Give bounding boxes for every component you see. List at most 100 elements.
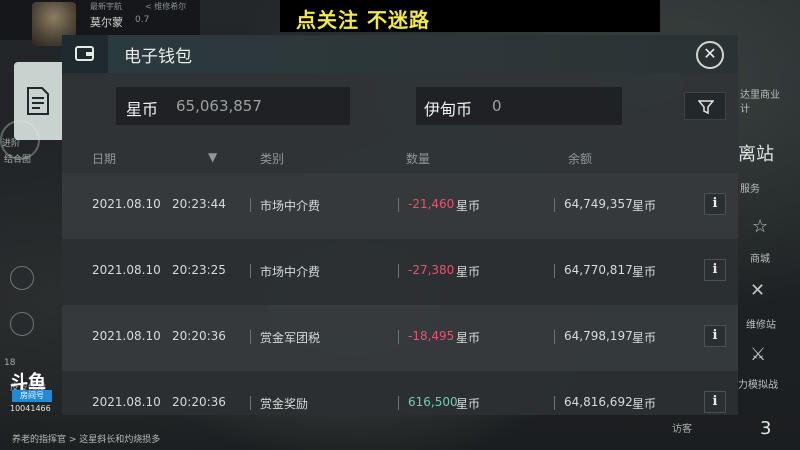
row-time: 20:23:25 — [172, 263, 226, 277]
table-row: 2021.08.10 20:20:36 赏金军团税 -18,495 星币 64,… — [62, 305, 738, 371]
left-round-button[interactable] — [10, 266, 34, 290]
divider — [398, 198, 399, 212]
row-date: 2021.08.10 — [92, 263, 161, 277]
room-tag: 房间号 — [12, 390, 52, 402]
table-row: 2021.08.10 20:20:36 赏金奖励 616,500 星币 64,8… — [62, 371, 738, 415]
divider — [398, 330, 399, 344]
player-card[interactable]: 最新宇航 < 维修希尔 莫尔蒙 0.7 — [0, 0, 200, 46]
player-subtitle-2: < 维修希尔 — [145, 2, 187, 11]
divider — [250, 264, 251, 278]
info-button[interactable]: i — [704, 193, 726, 215]
chevron-down-icon[interactable]: ▼ — [208, 150, 217, 164]
column-amount: 数量 — [406, 152, 431, 166]
visitor-count: 3 — [760, 418, 772, 439]
divider — [554, 396, 555, 410]
info-button[interactable]: i — [704, 391, 726, 413]
divider — [250, 198, 251, 212]
service-label: 服务 — [740, 184, 760, 195]
row-amount: -27,380 — [408, 263, 455, 277]
divider — [554, 330, 555, 344]
douyu-logo: 斗鱼 房间号 10041466 — [10, 368, 56, 438]
row-time: 20:20:36 — [172, 395, 226, 409]
left-label-3: 18 — [4, 358, 16, 368]
player-subtitle: 最新宇航 — [90, 2, 122, 11]
row-amount-unit: 星币 — [456, 199, 481, 213]
row-balance: 64,770,817 — [564, 263, 633, 277]
row-time: 20:20:36 — [172, 329, 226, 343]
row-balance: 64,816,692 — [564, 395, 633, 409]
row-balance-unit: 星币 — [632, 199, 657, 213]
divider — [554, 264, 555, 278]
info-icon: i — [712, 262, 718, 277]
repair-label[interactable]: 维修站 — [746, 316, 776, 331]
room-number: 10041466 — [10, 404, 51, 413]
row-category: 市场中介费 — [260, 265, 321, 279]
row-balance: 64,749,357 — [564, 197, 633, 211]
wallet-header: 电子钱包 ✕ — [62, 35, 738, 73]
row-balance-unit: 星币 — [632, 265, 657, 279]
info-icon: i — [712, 394, 718, 409]
stream-banner: 点关注 不迷路 — [280, 0, 660, 32]
right-text-2: 计 — [740, 104, 750, 115]
divider — [554, 198, 555, 212]
row-amount: 616,500 — [408, 395, 458, 409]
row-amount: -21,460 — [408, 197, 455, 211]
wallet-panel: 电子钱包 ✕ 星币 65,063,857 伊甸币 0 日期 ▼ 类别 数量 余额… — [62, 35, 738, 415]
wallet-icon — [75, 46, 94, 61]
row-date: 2021.08.10 — [92, 197, 161, 211]
row-amount: -18,495 — [408, 329, 455, 343]
info-button[interactable]: i — [704, 259, 726, 281]
column-balance: 余额 — [568, 152, 593, 166]
eden-coin-value: 0 — [492, 97, 502, 115]
battle-label[interactable]: 力模拟战 — [738, 376, 778, 391]
filter-button[interactable] — [684, 92, 726, 120]
shop-label[interactable]: 商城 — [750, 250, 770, 265]
row-date: 2021.08.10 — [92, 329, 161, 343]
table-row: 2021.08.10 20:23:25 市场中介费 -27,380 星币 64,… — [62, 239, 738, 305]
info-button[interactable]: i — [704, 325, 726, 347]
right-text-1: 达里商业 — [740, 90, 780, 101]
wrench-icon[interactable]: ✕ — [750, 280, 765, 301]
row-balance-unit: 星币 — [632, 331, 657, 345]
player-name: 莫尔蒙 — [90, 16, 123, 29]
close-button[interactable]: ✕ — [696, 41, 724, 69]
right-sidebar: 达里商业 计 离站 服务 ☆ 商城 ✕ 维修站 ⚔ 力模拟战 3 — [738, 0, 800, 450]
row-amount-unit: 星币 — [456, 397, 481, 411]
column-category: 类别 — [260, 152, 285, 166]
visitor-label: 访客 — [672, 424, 692, 435]
table-row: 2021.08.10 20:23:44 市场中介费 -21,460 星币 64,… — [62, 173, 738, 239]
divider — [398, 264, 399, 278]
left-label-2: 结合图 — [4, 155, 32, 165]
transaction-list: 2021.08.10 20:23:44 市场中介费 -21,460 星币 64,… — [62, 173, 738, 415]
column-date[interactable]: 日期 — [92, 150, 116, 167]
row-date: 2021.08.10 — [92, 395, 161, 409]
eden-coin-label: 伊甸币 — [424, 100, 473, 119]
row-time: 20:23:44 — [172, 197, 226, 211]
chat-line: 养老的指挥官 > 这星斜长和灼烧损多 — [12, 435, 161, 445]
row-category: 赏金奖励 — [260, 397, 309, 411]
row-category: 赏金军团税 — [260, 331, 321, 345]
document-button[interactable] — [14, 62, 62, 140]
banner-text: 点关注 不迷路 — [296, 8, 430, 32]
row-amount-unit: 星币 — [456, 331, 481, 345]
table-header: 日期 ▼ 类别 数量 余额 — [62, 147, 738, 171]
player-level: 0.7 — [135, 15, 150, 25]
row-category: 市场中介费 — [260, 199, 321, 213]
star-coin-value: 65,063,857 — [176, 97, 262, 115]
eden-coin-balance: 伊甸币 0 — [416, 87, 622, 125]
row-amount-unit: 星币 — [456, 265, 481, 279]
filter-icon — [698, 100, 714, 115]
info-icon: i — [712, 328, 718, 343]
crossed-flags-icon[interactable]: ⚔ — [750, 344, 766, 365]
row-balance-unit: 星币 — [632, 397, 657, 411]
close-icon: ✕ — [703, 44, 717, 63]
star-coin-label: 星币 — [126, 100, 159, 119]
divider — [398, 396, 399, 410]
divider — [250, 396, 251, 410]
document-icon — [27, 87, 49, 115]
star-icon[interactable]: ☆ — [752, 216, 768, 237]
undock-label[interactable]: 离站 — [738, 140, 774, 166]
divider — [250, 330, 251, 344]
left-round-button-2[interactable] — [10, 312, 34, 336]
panel-title: 电子钱包 — [124, 47, 192, 67]
